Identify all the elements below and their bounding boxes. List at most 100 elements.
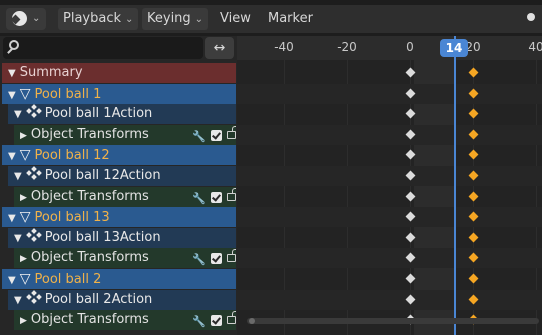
- keyframe-diamond[interactable]: [405, 129, 415, 140]
- playhead[interactable]: [454, 36, 456, 335]
- keyframe-row[interactable]: [237, 207, 542, 227]
- action-icon: [25, 104, 42, 119]
- editor-type-selector[interactable]: ⌄: [6, 8, 46, 30]
- channel-object[interactable]: ▼ ▽ Pool ball 12: [2, 145, 236, 165]
- keyframe-diamond[interactable]: [405, 211, 415, 222]
- keyframe-row[interactable]: [237, 248, 542, 268]
- lock-icon[interactable]: [227, 249, 236, 262]
- lock-icon[interactable]: [227, 188, 236, 201]
- keyframe-diamond[interactable]: [468, 191, 478, 202]
- keyframe-row[interactable]: [237, 166, 542, 186]
- dopesheet-header: ⌄ Playback ⌄ Keying ⌄ View Marker: [0, 5, 542, 33]
- keyframe-row[interactable]: [237, 228, 542, 248]
- keyframe-diamond[interactable]: [405, 67, 415, 78]
- collapse-arrow-icon[interactable]: ▶: [20, 254, 27, 264]
- keyframe-diamond[interactable]: [405, 170, 415, 181]
- keying-menu[interactable]: Keying ⌄: [142, 8, 209, 30]
- scrollbar-handle[interactable]: [249, 318, 255, 324]
- modifier-wrench-icon[interactable]: 🔧: [192, 127, 206, 145]
- keyframe-diamond[interactable]: [405, 294, 415, 305]
- keyframe-diamond[interactable]: [405, 232, 415, 243]
- marker-menu[interactable]: Marker: [263, 8, 318, 30]
- enable-checkbox[interactable]: [211, 130, 222, 141]
- mesh-icon: ▽: [19, 209, 31, 225]
- view-menu[interactable]: View: [215, 8, 256, 30]
- keyframe-row[interactable]: [237, 187, 542, 207]
- keyframe-diamond[interactable]: [468, 67, 478, 78]
- mesh-icon: ▽: [19, 271, 31, 287]
- action-icon: [25, 290, 42, 305]
- action-icon: [25, 166, 42, 181]
- channel-summary[interactable]: ▼ Summary: [2, 63, 236, 83]
- current-frame-badge[interactable]: 14: [440, 39, 468, 57]
- channel-object[interactable]: ▼ ▽ Pool ball 1: [2, 84, 236, 104]
- keyframe-row[interactable]: [237, 104, 542, 124]
- channel-group[interactable]: ▶ Object Transforms 🔧: [14, 248, 236, 268]
- keyframe-row[interactable]: [237, 145, 542, 165]
- record-icon[interactable]: [527, 13, 535, 21]
- keyframe-diamond[interactable]: [468, 108, 478, 119]
- expand-arrow-icon[interactable]: ▼: [14, 295, 22, 306]
- modifier-wrench-icon[interactable]: 🔧: [192, 312, 206, 330]
- enable-checkbox[interactable]: [211, 192, 222, 203]
- keyframe-diamond[interactable]: [468, 170, 478, 181]
- channel-object[interactable]: ▼ ▽ Pool ball 2: [2, 269, 236, 289]
- frame-ruler[interactable]: -40 -20 0 20 40: [237, 36, 542, 60]
- expand-arrow-icon[interactable]: ▼: [8, 213, 16, 224]
- expand-arrow-icon[interactable]: ▼: [8, 275, 16, 286]
- channel-group[interactable]: ▶ Object Transforms 🔧: [14, 187, 236, 207]
- keyframe-row[interactable]: [237, 269, 542, 289]
- search-input[interactable]: [3, 37, 203, 59]
- channel-action[interactable]: ▼ Pool ball 12Action: [8, 166, 236, 186]
- horizontal-scrollbar[interactable]: [247, 318, 539, 324]
- keyframe-diamond[interactable]: [468, 88, 478, 99]
- expand-arrow-icon[interactable]: ▼: [14, 109, 22, 120]
- channel-label: Object Transforms: [30, 312, 149, 327]
- keyframe-diamond[interactable]: [405, 149, 415, 160]
- expand-arrow-icon[interactable]: ▼: [14, 171, 22, 182]
- channel-label: Pool ball 1: [34, 87, 102, 102]
- enable-checkbox[interactable]: [211, 315, 222, 326]
- keyframe-diamond[interactable]: [405, 252, 415, 263]
- enable-checkbox[interactable]: [211, 253, 222, 264]
- keyframe-row[interactable]: [237, 290, 542, 310]
- frame-tick-label: 40: [528, 40, 542, 54]
- keyframe-region[interactable]: -40 -20 0 20 40 14: [237, 36, 542, 335]
- channel-action[interactable]: ▼ Pool ball 1Action: [8, 104, 236, 124]
- channel-label: Object Transforms: [30, 189, 149, 204]
- expand-arrow-icon[interactable]: ▼: [8, 68, 16, 79]
- channel-action[interactable]: ▼ Pool ball 2Action: [8, 290, 236, 310]
- modifier-wrench-icon[interactable]: 🔧: [192, 189, 206, 207]
- collapse-arrow-icon[interactable]: ▶: [20, 131, 27, 141]
- keyframe-row[interactable]: [237, 63, 542, 83]
- keyframe-diamond[interactable]: [405, 88, 415, 99]
- sync-visibility-button[interactable]: ↔: [205, 37, 234, 59]
- keyframe-diamond[interactable]: [468, 294, 478, 305]
- channel-action[interactable]: ▼ Pool ball 13Action: [8, 228, 236, 248]
- keyframe-row[interactable]: [237, 84, 542, 104]
- expand-arrow-icon[interactable]: ▼: [14, 233, 22, 244]
- channel-label: Object Transforms: [30, 127, 149, 142]
- keyframe-diamond[interactable]: [468, 129, 478, 140]
- keyframe-diamond[interactable]: [468, 232, 478, 243]
- channel-group[interactable]: ▶ Object Transforms 🔧: [14, 310, 236, 330]
- modifier-wrench-icon[interactable]: 🔧: [192, 250, 206, 268]
- channel-group[interactable]: ▶ Object Transforms 🔧: [14, 125, 236, 145]
- playback-menu[interactable]: Playback ⌄: [58, 8, 139, 30]
- keyframe-diamond[interactable]: [405, 108, 415, 119]
- lock-icon[interactable]: [227, 311, 236, 324]
- channel-object[interactable]: ▼ ▽ Pool ball 13: [2, 207, 236, 227]
- expand-arrow-icon[interactable]: ▼: [8, 151, 16, 162]
- keyframe-diamond[interactable]: [468, 273, 478, 284]
- keyframe-diamond[interactable]: [468, 252, 478, 263]
- keyframe-diamond[interactable]: [405, 191, 415, 202]
- collapse-arrow-icon[interactable]: ▶: [20, 193, 27, 203]
- collapse-arrow-icon[interactable]: ▶: [20, 316, 27, 326]
- keyframe-diamond[interactable]: [468, 149, 478, 160]
- keyframe-row[interactable]: [237, 125, 542, 145]
- channel-label: Summary: [19, 65, 83, 80]
- keyframe-diamond[interactable]: [468, 211, 478, 222]
- lock-icon[interactable]: [227, 126, 236, 139]
- expand-arrow-icon[interactable]: ▼: [8, 90, 16, 101]
- keyframe-diamond[interactable]: [405, 273, 415, 284]
